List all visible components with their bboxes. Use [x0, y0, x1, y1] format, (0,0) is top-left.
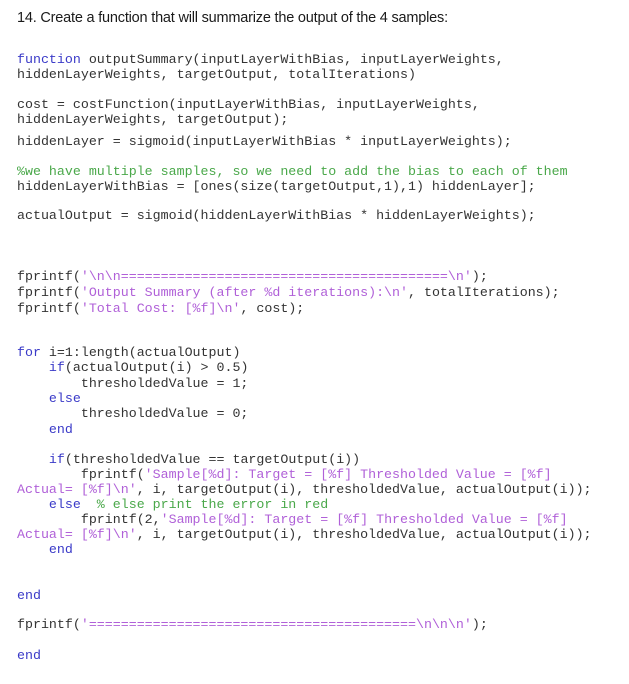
code-text: fprintf(: [17, 617, 81, 632]
code-line: hiddenLayerWithBias = [ones(size(targetO…: [17, 179, 536, 194]
string-literal: 'Total Cost: [%f]\n': [80, 301, 241, 316]
code-line-fprintf: fprintf('===============================…: [17, 617, 488, 632]
code-text: , i, targetOutput(i), thresholdedValue, …: [136, 527, 592, 542]
keyword: function: [17, 52, 81, 67]
keyword: end: [48, 542, 73, 557]
question-heading: 14. Create a function that will summariz…: [17, 10, 448, 26]
code-text: fprintf(: [17, 301, 81, 316]
code-line-end: end: [17, 588, 41, 603]
code-text: , totalIterations);: [408, 285, 560, 300]
code-line-if: if(thresholdedValue == targetOutput(i)): [17, 452, 360, 467]
code-line-fprintf: fprintf('\n\n===========================…: [17, 269, 488, 284]
string-literal: '=======================================…: [80, 617, 472, 632]
code-line-fprintf: fprintf('Total Cost: [%f]\n', cost);: [17, 301, 304, 316]
code-comment: % else print the error in red: [80, 497, 329, 512]
keyword: end: [48, 422, 73, 437]
string-literal: 'Sample[%d]: Target = [%f] Thresholded V…: [144, 467, 552, 482]
string-literal: 'Output Summary (after %d iterations):\n…: [80, 285, 409, 300]
code-line-end: end: [17, 422, 73, 437]
code-line-else: else: [17, 391, 81, 406]
code-text: fprintf(2,: [17, 512, 161, 527]
code-text: (actualOutput(i) > 0.5): [64, 360, 249, 375]
code-line-for: for i=1:length(actualOutput): [17, 345, 240, 360]
code-text: , cost);: [240, 301, 305, 316]
keyword: else: [48, 391, 81, 406]
code-line-fprintf-cont: Actual= [%f]\n', i, targetOutput(i), thr…: [17, 527, 592, 542]
code-line: hiddenLayerWeights, targetOutput, totalI…: [17, 67, 416, 82]
keyword: for: [17, 345, 41, 360]
string-literal: Actual= [%f]\n': [17, 527, 137, 542]
code-line: hiddenLayer = sigmoid(inputLayerWithBias…: [17, 134, 512, 149]
code-text: , i, targetOutput(i), thresholdedValue, …: [136, 482, 592, 497]
code-text: (thresholdedValue == targetOutput(i)): [64, 452, 361, 467]
code-line: cost = costFunction(inputLayerWithBias, …: [17, 97, 480, 112]
code-text: );: [471, 269, 488, 284]
code-text: fprintf(: [17, 285, 81, 300]
keyword: end: [17, 648, 41, 663]
code-text: fprintf(: [17, 467, 145, 482]
code-line-fprintf: fprintf('Sample[%d]: Target = [%f] Thres…: [17, 467, 552, 482]
code-text: i=1:length(actualOutput): [40, 345, 241, 360]
code-line: thresholdedValue = 0;: [17, 406, 249, 421]
code-text: fprintf(: [17, 269, 81, 284]
code-line-end: end: [17, 648, 41, 663]
code-line-fprintf: fprintf(2,'Sample[%d]: Target = [%f] Thr…: [17, 512, 568, 527]
code-line-function-signature: function outputSummary(inputLayerWithBia…: [17, 52, 504, 67]
code-line: hiddenLayerWeights, targetOutput);: [17, 112, 289, 127]
keyword: if: [48, 452, 65, 467]
code-line-fprintf-cont: Actual= [%f]\n', i, targetOutput(i), thr…: [17, 482, 592, 497]
string-literal: 'Sample[%d]: Target = [%f] Thresholded V…: [160, 512, 568, 527]
code-line-if: if(actualOutput(i) > 0.5): [17, 360, 249, 375]
keyword: end: [17, 588, 41, 603]
keyword: else: [48, 497, 81, 512]
code-text: );: [471, 617, 488, 632]
keyword: if: [48, 360, 65, 375]
code-line: actualOutput = sigmoid(hiddenLayerWithBi…: [17, 208, 536, 223]
code-comment: %we have multiple samples, so we need to…: [17, 164, 568, 179]
code-line-end: end: [17, 542, 73, 557]
code-line-fprintf: fprintf('Output Summary (after %d iterat…: [17, 285, 560, 300]
code-text: outputSummary(inputLayerWithBias, inputL…: [80, 52, 504, 67]
string-literal: '\n\n===================================…: [80, 269, 472, 284]
string-literal: Actual= [%f]\n': [17, 482, 137, 497]
code-line-else: else % else print the error in red: [17, 497, 328, 512]
code-line: thresholdedValue = 1;: [17, 376, 249, 391]
